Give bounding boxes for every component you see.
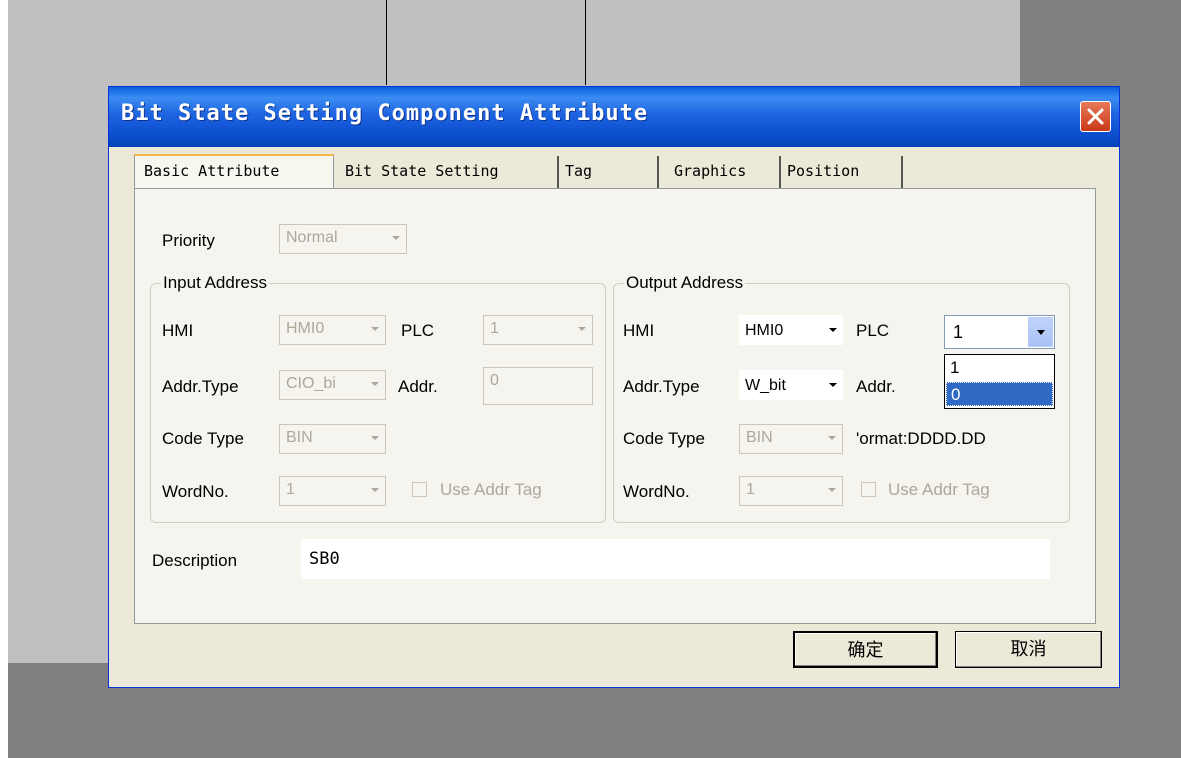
input-plc-value: 1: [490, 320, 499, 337]
input-hmi-select[interactable]: HMI0: [279, 315, 386, 345]
input-addr-type-select[interactable]: CIO_bi: [279, 370, 386, 400]
dialog-title: Bit State Setting Component Attribute: [121, 101, 649, 126]
output-addr-label: Addr.: [856, 377, 896, 396]
description-input[interactable]: SB0: [301, 539, 1050, 579]
tab-tag[interactable]: Tag: [559, 156, 659, 188]
input-plc-label: PLC: [401, 321, 435, 340]
output-addr-type-value: W_bit: [745, 377, 786, 394]
output-word-no-label: WordNo.: [623, 482, 690, 501]
input-plc-select[interactable]: 1: [483, 315, 593, 345]
chevron-down-icon: [1037, 330, 1045, 335]
plc-dropdown-list: 1 0: [944, 354, 1055, 409]
chevron-down-icon: [371, 436, 379, 440]
output-address-title: Output Address: [624, 272, 746, 294]
output-plc-select[interactable]: 1: [944, 315, 1055, 349]
output-hmi-select[interactable]: HMI0: [739, 315, 843, 345]
cancel-button[interactable]: 取消: [955, 631, 1102, 668]
input-addr-label: Addr.: [398, 377, 438, 396]
input-code-type-select[interactable]: BIN: [279, 424, 386, 454]
priority-value: Normal: [286, 229, 338, 246]
tab-label: Graphics: [674, 162, 747, 180]
canvas-divider-line: [386, 0, 387, 85]
tab-label: Position: [787, 162, 860, 180]
output-use-addr-tag-label: Use Addr Tag: [888, 480, 990, 499]
input-addr-type-value: CIO_bi: [286, 375, 336, 392]
output-use-addr-tag-checkbox[interactable]: [861, 482, 876, 497]
output-code-type-label: Code Type: [623, 429, 705, 448]
output-plc-label: PLC: [856, 321, 890, 340]
ok-button[interactable]: 确定: [793, 631, 938, 668]
output-code-type-select[interactable]: BIN: [739, 424, 843, 454]
input-use-addr-tag-label: Use Addr Tag: [440, 480, 542, 499]
tab-basic-attribute[interactable]: Basic Attribute: [134, 154, 334, 188]
tab-label: Bit State Setting: [345, 162, 499, 180]
output-hmi-label: HMI: [623, 321, 655, 340]
input-code-type-label: Code Type: [162, 429, 244, 448]
output-word-no-value: 1: [746, 481, 755, 498]
output-word-no-select[interactable]: 1: [739, 476, 843, 506]
output-code-type-value: BIN: [746, 429, 773, 446]
chevron-down-icon: [371, 382, 379, 386]
input-word-no-select[interactable]: 1: [279, 476, 386, 506]
plc-option[interactable]: 1: [946, 356, 1053, 380]
tab-label: Tag: [565, 162, 593, 180]
input-addr-field[interactable]: 0: [483, 367, 593, 405]
canvas-divider-line: [585, 0, 586, 85]
chevron-down-icon: [578, 327, 586, 331]
description-value: SB0: [309, 549, 340, 569]
input-hmi-value: HMI0: [286, 320, 325, 337]
chevron-down-icon: [828, 488, 836, 492]
input-address-title: Input Address: [161, 272, 269, 294]
output-format-text: 'ormat:DDDD.DD: [856, 429, 986, 448]
chevron-down-icon: [828, 436, 836, 440]
chevron-down-icon: [371, 327, 379, 331]
tab-graphics[interactable]: Graphics: [668, 156, 781, 188]
input-addr-value: 0: [490, 372, 499, 389]
input-code-type-value: BIN: [286, 429, 313, 446]
close-icon: [1087, 108, 1104, 125]
chevron-down-icon: [829, 383, 837, 387]
output-plc-value: 1: [953, 322, 964, 342]
chevron-down-icon: [371, 488, 379, 492]
priority-label: Priority: [162, 231, 215, 250]
chevron-down-icon: [392, 236, 400, 240]
plc-option-selected[interactable]: 0: [946, 382, 1053, 406]
output-hmi-value: HMI0: [745, 322, 784, 339]
tab-bit-state-setting[interactable]: Bit State Setting: [339, 156, 559, 188]
priority-select[interactable]: Normal: [279, 224, 407, 254]
input-addr-type-label: Addr.Type: [162, 377, 239, 396]
tab-position[interactable]: Position: [781, 156, 903, 188]
tab-label: Basic Attribute: [144, 162, 280, 180]
title-bar[interactable]: Bit State Setting Component Attribute: [109, 87, 1119, 147]
output-addr-type-label: Addr.Type: [623, 377, 700, 396]
input-word-no-label: WordNo.: [162, 482, 229, 501]
description-label: Description: [152, 551, 238, 570]
input-hmi-label: HMI: [162, 321, 194, 340]
input-word-no-value: 1: [286, 481, 295, 498]
close-button[interactable]: [1080, 101, 1111, 132]
output-addr-type-select[interactable]: W_bit: [739, 370, 843, 400]
chevron-down-icon: [829, 328, 837, 332]
input-use-addr-tag-checkbox[interactable]: [412, 482, 427, 497]
dropdown-button[interactable]: [1028, 317, 1053, 347]
